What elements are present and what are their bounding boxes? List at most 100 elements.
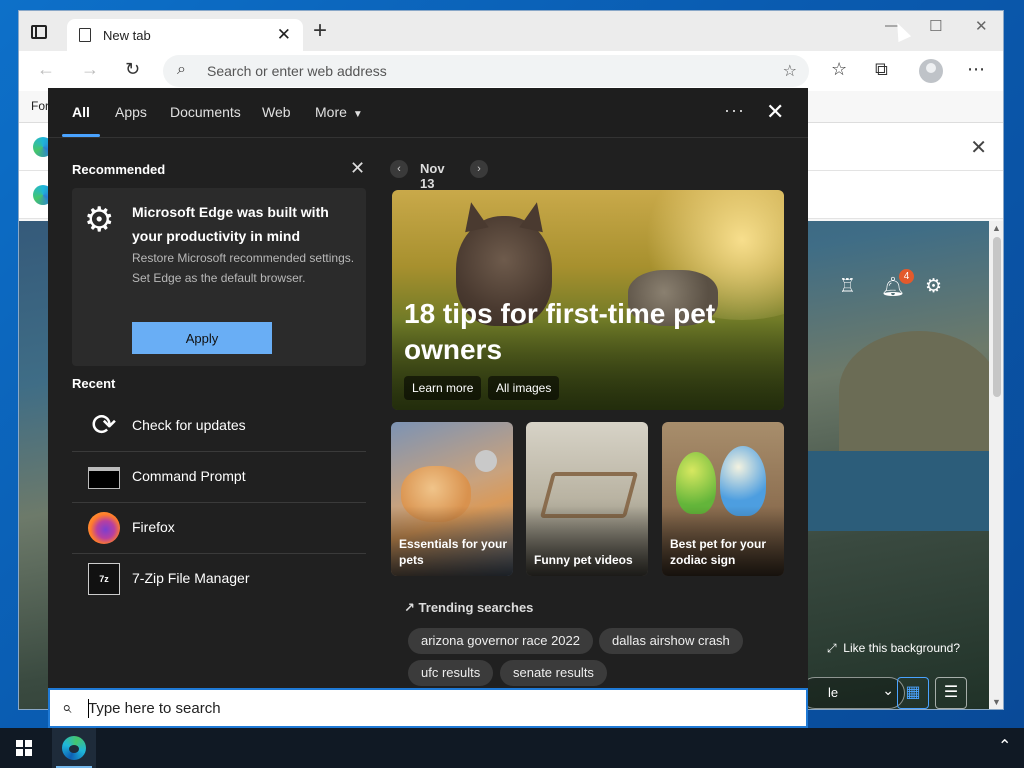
- tab-documents[interactable]: Documents: [170, 104, 241, 120]
- recent-item-firefox[interactable]: Firefox: [72, 504, 366, 554]
- close-panel-icon[interactable]: ✕: [766, 99, 784, 125]
- firefox-icon: [88, 512, 120, 544]
- thumb-card-zodiac[interactable]: Best pet for your zodiac sign: [662, 422, 784, 576]
- scroll-up-icon[interactable]: ▲: [992, 223, 1001, 233]
- search-icon: ⌕: [177, 61, 186, 78]
- taskbar-search-box[interactable]: ⌕: [48, 688, 808, 728]
- thumb-label: Funny pet videos: [534, 553, 633, 567]
- browser-toolbar: ← → ↻ ⌕ Search or enter web address ☆ ☆ …: [19, 51, 1003, 91]
- hero-card[interactable]: 18 tips for first-time pet owners Learn …: [392, 190, 784, 410]
- like-background-link[interactable]: ⤢ Like this background?: [827, 641, 960, 656]
- recent-item-label: Command Prompt: [132, 468, 246, 484]
- recent-heading: Recent: [72, 376, 116, 391]
- trending-chip[interactable]: senate results: [500, 660, 607, 686]
- edge-icon: [62, 736, 86, 760]
- scroll-down-icon[interactable]: ▼: [992, 697, 1001, 707]
- thumb-card-essentials[interactable]: Essentials for your pets: [391, 422, 513, 576]
- settings-gear-icon: ⚙: [84, 201, 115, 239]
- window-close-button[interactable]: ✕: [975, 17, 988, 35]
- rewards-icon[interactable]: ♖: [839, 275, 856, 298]
- maximize-button[interactable]: ☐: [929, 17, 942, 35]
- favorites-icon[interactable]: ☆: [831, 59, 847, 80]
- background-sea: [799, 451, 999, 531]
- taskbar: ⌃: [0, 728, 1024, 768]
- tab-all[interactable]: All: [72, 104, 90, 120]
- refresh-icon[interactable]: ↻: [125, 59, 140, 80]
- trending-chip[interactable]: dallas airshow crash: [599, 628, 743, 654]
- active-tab-indicator: [62, 134, 100, 137]
- trending-heading: ↗ Trending searches: [404, 600, 533, 616]
- previous-day-icon[interactable]: ‹: [390, 160, 408, 178]
- thumb-card-funny-videos[interactable]: Funny pet videos: [526, 422, 648, 576]
- learn-more-button[interactable]: Learn more: [404, 376, 482, 400]
- settings-more-icon[interactable]: ⋯: [967, 59, 985, 80]
- page-settings-gear-icon[interactable]: ⚙: [925, 275, 942, 298]
- add-favorite-icon[interactable]: ☆: [783, 61, 797, 81]
- search-icon: ⌕: [62, 698, 72, 717]
- search-scope-tabs: All Apps Documents Web More ▼ ··· ✕: [48, 88, 808, 138]
- layout-dropdown-label: le: [828, 685, 839, 700]
- page-icon: [79, 28, 91, 42]
- tab-close-icon[interactable]: ✕: [277, 25, 291, 45]
- trending-arrow-icon: ↗: [404, 600, 415, 615]
- trending-heading-label: Trending searches: [418, 600, 534, 615]
- text-caret: [88, 699, 89, 718]
- 7zip-icon: 7z: [88, 563, 120, 595]
- search-input[interactable]: [88, 696, 788, 720]
- tab-web[interactable]: Web: [262, 104, 291, 120]
- start-button[interactable]: [0, 728, 48, 768]
- chevron-down-icon: ⌄: [882, 682, 894, 698]
- highlight-date: Nov 13: [420, 161, 445, 191]
- tab-bar: New tab ✕ + — ☐ ✕: [19, 11, 1003, 51]
- info-bar-close-icon[interactable]: ✕: [970, 135, 987, 160]
- new-tab-button[interactable]: +: [313, 19, 327, 43]
- address-placeholder[interactable]: Search or enter web address: [207, 63, 387, 79]
- favorites-bar-item[interactable]: For: [31, 99, 49, 113]
- background-hill: [839, 331, 999, 451]
- profile-avatar[interactable]: [919, 59, 943, 83]
- thumb-label: Essentials for your pets: [399, 537, 508, 567]
- page-scrollbar[interactable]: ▲ ▼: [989, 221, 1003, 709]
- hero-title: 18 tips for first-time pet owners: [404, 298, 716, 365]
- recommended-card: ⚙ Microsoft Edge was built with your pro…: [72, 188, 366, 366]
- recent-item-label: Firefox: [132, 519, 175, 535]
- recommended-heading: Recommended: [72, 162, 166, 177]
- address-bar[interactable]: ⌕ Search or enter web address ☆: [163, 55, 809, 87]
- apply-button[interactable]: Apply: [132, 322, 272, 354]
- recommended-card-body: Restore Microsoft recommended settings. …: [132, 251, 355, 285]
- back-icon[interactable]: ←: [37, 59, 55, 80]
- layout-dropdown[interactable]: le ⌄: [799, 677, 905, 709]
- command-prompt-icon: [88, 467, 120, 489]
- scroll-thumb[interactable]: [993, 237, 1001, 397]
- collections-icon[interactable]: ⧉: [875, 59, 888, 80]
- like-background-label: Like this background?: [843, 641, 961, 655]
- more-options-icon[interactable]: ···: [724, 100, 745, 121]
- thumb-image-ball: [475, 450, 497, 472]
- grid-view-icon[interactable]: ▦: [897, 677, 929, 709]
- thumb-image-green-parakeet: [676, 452, 716, 514]
- caret-down-icon: ▼: [352, 109, 363, 120]
- windows-search-panel: All Apps Documents Web More ▼ ··· ✕ Recom…: [48, 88, 808, 688]
- taskbar-edge-button[interactable]: [52, 728, 96, 768]
- tab-title: New tab: [103, 28, 151, 43]
- next-day-icon[interactable]: ›: [470, 160, 488, 178]
- recommended-card-title: Microsoft Edge was built with your produ…: [132, 204, 329, 244]
- recent-item-command-prompt[interactable]: Command Prompt: [72, 453, 366, 503]
- all-images-button[interactable]: All images: [488, 376, 560, 400]
- list-view-icon[interactable]: ☰: [935, 677, 967, 709]
- recent-item-7zip[interactable]: 7z 7-Zip File Manager: [72, 555, 366, 605]
- recent-item-label: Check for updates: [132, 417, 246, 433]
- recent-item-label: 7-Zip File Manager: [132, 570, 250, 586]
- tab-new-tab[interactable]: New tab ✕: [67, 19, 303, 51]
- tab-more[interactable]: More ▼: [315, 104, 363, 120]
- refresh-icon: ⟳: [91, 409, 117, 442]
- forward-icon[interactable]: →: [81, 59, 99, 80]
- trending-chip[interactable]: arizona governor race 2022: [408, 628, 593, 654]
- dismiss-recommended-icon[interactable]: ✕: [350, 158, 365, 179]
- show-hidden-icons-chevron-icon[interactable]: ⌃: [998, 736, 1011, 756]
- recent-item-check-for-updates[interactable]: ⟳ Check for updates: [72, 402, 366, 452]
- trending-chip[interactable]: ufc results: [408, 660, 494, 686]
- tab-actions-icon[interactable]: [31, 25, 47, 39]
- windows-logo-icon: [16, 740, 32, 756]
- tab-apps[interactable]: Apps: [115, 104, 147, 120]
